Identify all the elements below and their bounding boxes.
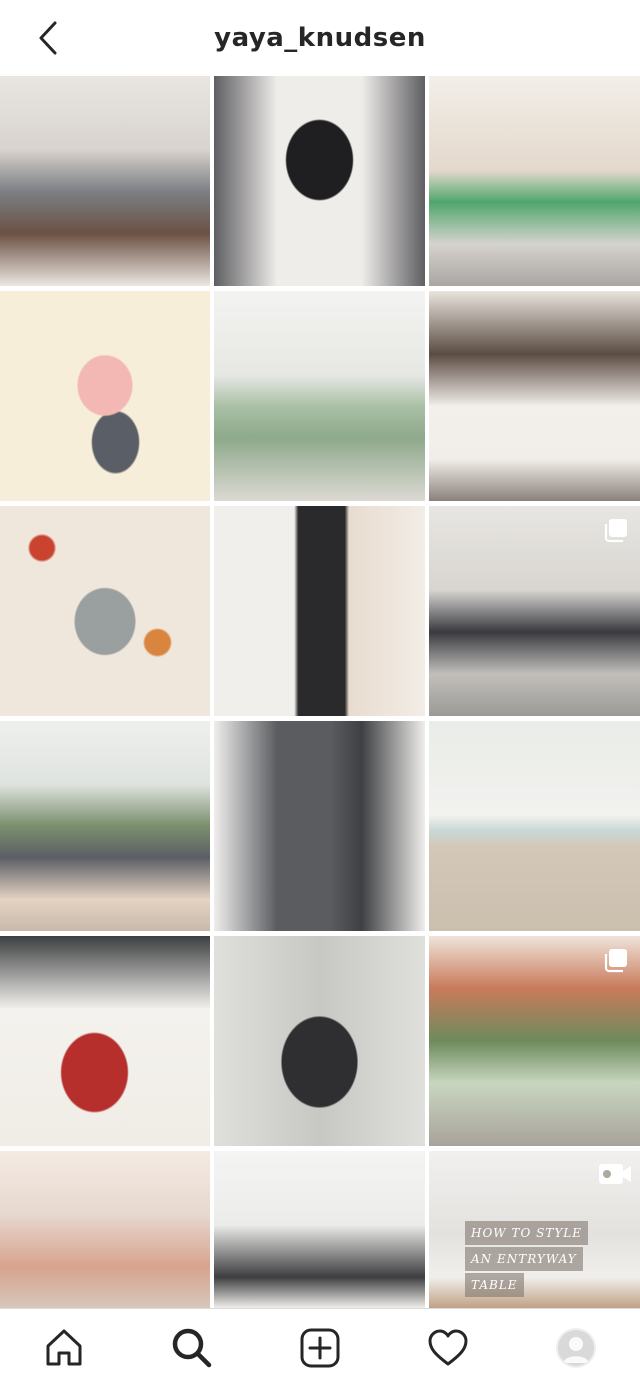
tab-home[interactable] bbox=[34, 1318, 94, 1378]
carousel-icon bbox=[604, 519, 627, 543]
bottom-tab-bar bbox=[0, 1308, 640, 1386]
post-tile[interactable] bbox=[0, 291, 210, 501]
add-post-icon bbox=[300, 1328, 340, 1367]
post-tile[interactable] bbox=[0, 76, 210, 286]
home-icon bbox=[46, 1329, 82, 1365]
post-tile[interactable]: HOW TO STYLE AN ENTRYWAY TABLE bbox=[429, 1151, 640, 1308]
post-tile[interactable] bbox=[214, 291, 425, 501]
heart-icon bbox=[428, 1329, 468, 1365]
post-tile[interactable] bbox=[429, 76, 640, 286]
user-silhouette-icon bbox=[563, 1336, 589, 1363]
chevron-left-icon bbox=[39, 21, 57, 55]
tab-search[interactable] bbox=[162, 1318, 222, 1378]
post-tile[interactable] bbox=[0, 506, 210, 716]
top-bar: yaya_knudsen bbox=[0, 0, 640, 76]
post-tile[interactable] bbox=[429, 506, 640, 716]
video-icon bbox=[599, 1164, 631, 1184]
overlay-line-2: AN ENTRYWAY bbox=[465, 1247, 583, 1271]
post-tile[interactable] bbox=[214, 506, 425, 716]
profile-username-title: yaya_knudsen bbox=[214, 23, 426, 53]
post-tile[interactable] bbox=[429, 721, 640, 931]
post-tile[interactable] bbox=[214, 1151, 425, 1308]
post-tile[interactable] bbox=[429, 291, 640, 501]
post-tile[interactable] bbox=[0, 1151, 210, 1308]
post-tile[interactable] bbox=[0, 721, 210, 931]
back-button[interactable] bbox=[28, 18, 68, 58]
profile-avatar bbox=[556, 1327, 596, 1368]
post-grid: HOW TO STYLE AN ENTRYWAY TABLE bbox=[0, 76, 640, 1308]
search-icon bbox=[172, 1328, 212, 1367]
post-tile[interactable] bbox=[429, 936, 640, 1146]
overlay-line-3: TABLE bbox=[465, 1273, 524, 1297]
overlay-line-1: HOW TO STYLE bbox=[465, 1221, 588, 1245]
carousel-icon bbox=[604, 949, 627, 973]
post-tile[interactable] bbox=[214, 936, 425, 1146]
post-tile[interactable] bbox=[214, 76, 425, 286]
post-tile[interactable] bbox=[0, 936, 210, 1146]
tab-profile[interactable] bbox=[546, 1318, 606, 1378]
tab-new-post[interactable] bbox=[290, 1318, 350, 1378]
tab-activity[interactable] bbox=[418, 1318, 478, 1378]
post-overlay-caption: HOW TO STYLE AN ENTRYWAY TABLE bbox=[465, 1221, 615, 1299]
post-tile[interactable] bbox=[214, 721, 425, 931]
